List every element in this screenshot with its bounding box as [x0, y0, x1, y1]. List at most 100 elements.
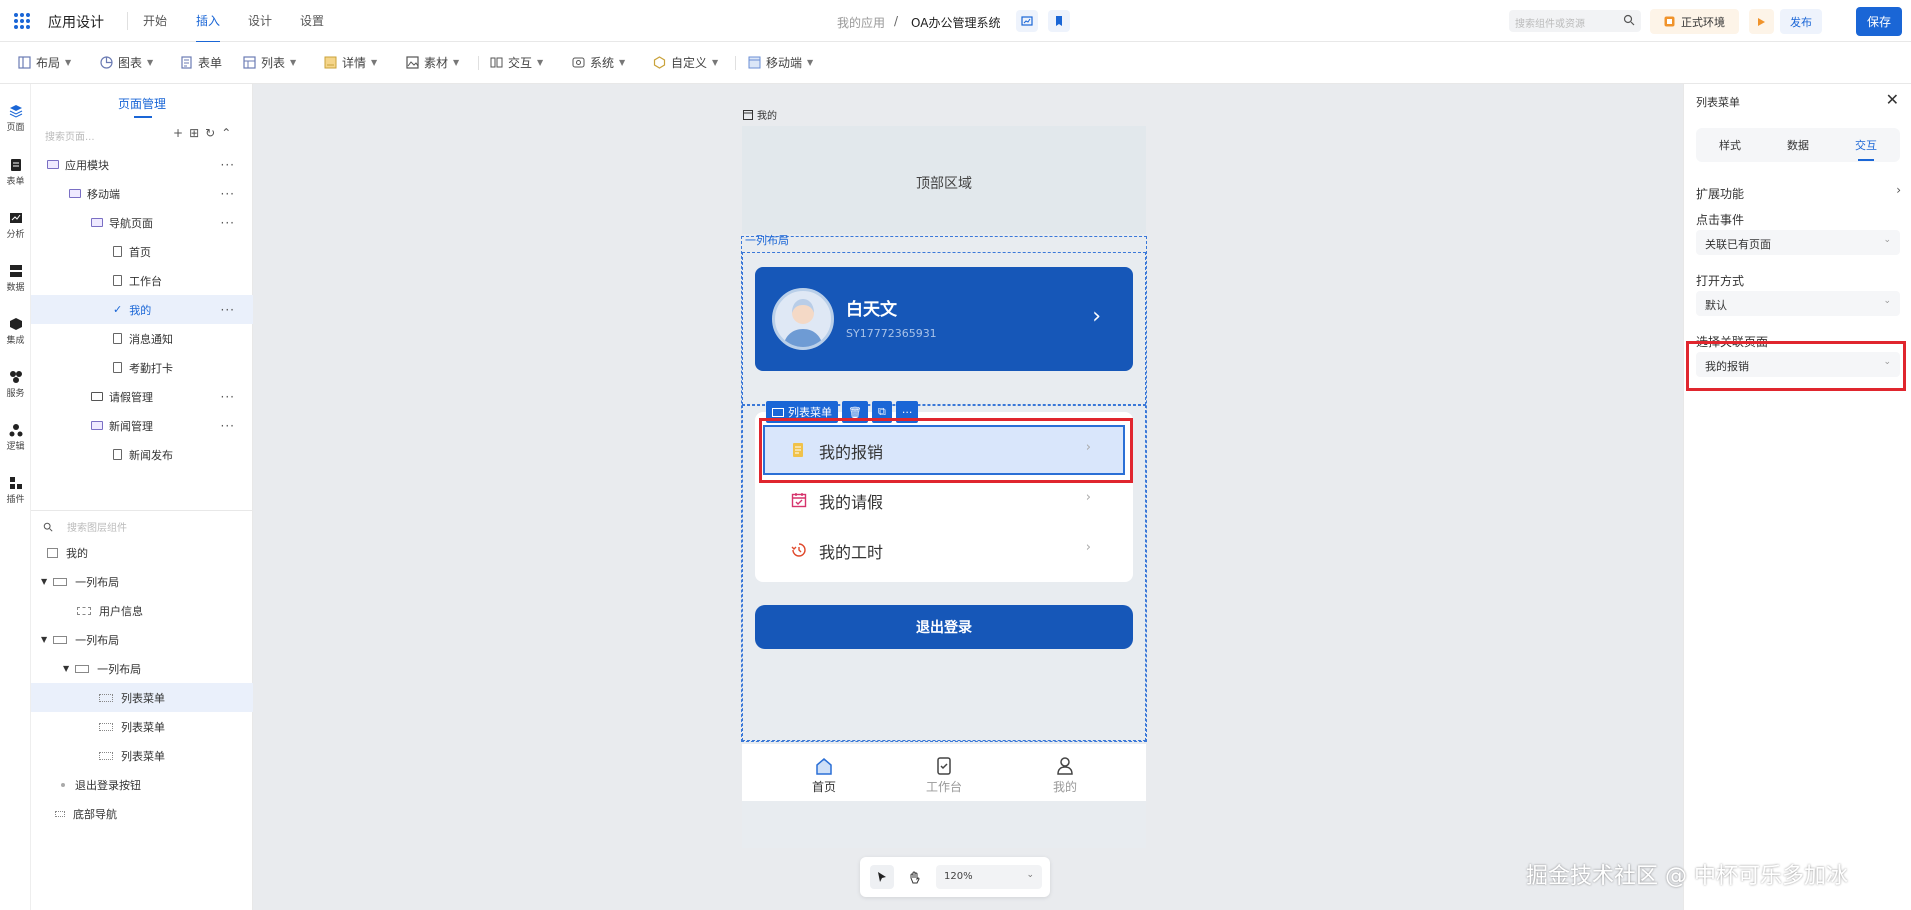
- chevron-right-icon[interactable]: ›: [1896, 183, 1901, 197]
- open-mode-select[interactable]: 默认 ⌄: [1696, 291, 1900, 316]
- column-layout-label: 一列布局: [745, 234, 789, 247]
- bookmark-icon[interactable]: [1048, 10, 1070, 32]
- toolbar-material[interactable]: 素材 ▼: [406, 54, 459, 71]
- tree-item-mine[interactable]: ✓ 我的 ···: [31, 295, 253, 324]
- menu-item-worktime[interactable]: 我的工时 ›: [755, 525, 1133, 575]
- extend-features-label[interactable]: 扩展功能: [1696, 185, 1744, 202]
- caret-down-icon: ▼: [63, 664, 70, 673]
- analysis-icon: [9, 213, 22, 223]
- layer-item-user-info[interactable]: 用户信息: [31, 596, 253, 625]
- chevron-down-icon: ⌄: [1883, 235, 1891, 245]
- tree-item-messages[interactable]: 消息通知: [31, 324, 253, 353]
- rail-analysis[interactable]: 分析: [0, 211, 31, 240]
- tab-insert[interactable]: 插入: [196, 12, 221, 43]
- toolbar-chart[interactable]: 图表 ▼: [100, 54, 153, 71]
- apps-grid-icon[interactable]: [14, 13, 30, 29]
- toolbar-system[interactable]: 系统 ▼: [572, 54, 625, 71]
- rail-logic[interactable]: 逻辑: [0, 423, 31, 452]
- tree-item-nav-pages[interactable]: 导航页面 ···: [31, 208, 253, 237]
- toolbar-mobile[interactable]: 移动端 ▼: [748, 54, 813, 71]
- tab-settings[interactable]: 设置: [300, 12, 324, 29]
- user-info-card[interactable]: 白天文 SY17772365931 ›: [755, 267, 1133, 371]
- rail-service[interactable]: 服务: [0, 370, 31, 399]
- home-icon: [816, 758, 832, 775]
- toolbar-custom[interactable]: 自定义 ▼: [653, 54, 718, 71]
- panel-title: 列表菜单: [1696, 96, 1740, 109]
- toolbar-layout[interactable]: 布局 ▼: [18, 54, 71, 71]
- layer-item-list-menu[interactable]: 列表菜单: [31, 683, 253, 712]
- tree-item-leave[interactable]: 请假管理 ···: [31, 382, 253, 411]
- publish-button[interactable]: 发布: [1780, 9, 1822, 34]
- rail-integration[interactable]: 集成: [0, 317, 31, 346]
- page-search-input[interactable]: 搜索页面...: [45, 128, 95, 143]
- more-icon[interactable]: ···: [221, 419, 235, 433]
- tab-style[interactable]: 样式: [1696, 137, 1764, 153]
- more-icon[interactable]: ···: [221, 390, 235, 404]
- save-button[interactable]: 保存: [1856, 7, 1902, 36]
- rail-pages[interactable]: 页面: [0, 104, 31, 133]
- new-folder-icon[interactable]: ⊞: [189, 126, 199, 140]
- layer-item-list-menu[interactable]: 列表菜单: [31, 741, 253, 770]
- rail-forms[interactable]: 表单: [0, 158, 31, 187]
- tab-interaction[interactable]: 交互: [1832, 137, 1900, 161]
- custom-icon: [653, 56, 666, 69]
- property-tabs: 样式 数据 交互: [1696, 128, 1900, 162]
- calendar-icon: [791, 493, 807, 508]
- folder-icon: [91, 218, 103, 227]
- tab-workbench[interactable]: 工作台: [904, 756, 984, 795]
- refresh-icon[interactable]: ↻: [205, 126, 215, 140]
- close-icon[interactable]: ✕: [1886, 90, 1899, 109]
- logout-button[interactable]: 退出登录: [755, 605, 1133, 649]
- tree-item-home[interactable]: 首页: [31, 237, 253, 266]
- more-icon[interactable]: ···: [221, 216, 235, 230]
- more-icon[interactable]: ···: [221, 303, 235, 317]
- preview-icon[interactable]: [1016, 10, 1038, 32]
- tree-item-news-publish[interactable]: 新闻发布: [31, 440, 253, 469]
- run-button[interactable]: [1749, 9, 1774, 34]
- pointer-icon[interactable]: [870, 865, 894, 889]
- service-icon: [9, 371, 22, 383]
- layer-item-column-layout[interactable]: ▼ 一列布局: [31, 625, 253, 654]
- page-icon: [113, 333, 122, 344]
- tree-item-attendance[interactable]: 考勤打卡: [31, 353, 253, 382]
- top-area[interactable]: 顶部区域: [742, 126, 1146, 234]
- click-event-select[interactable]: 关联已有页面 ⌄: [1696, 230, 1900, 255]
- layer-item-mine[interactable]: 我的: [31, 538, 253, 567]
- tree-item-mobile[interactable]: 移动端 ···: [31, 179, 253, 208]
- tab-start[interactable]: 开始: [143, 12, 167, 29]
- toolbar-list[interactable]: 列表 ▼: [243, 54, 296, 71]
- environment-button[interactable]: 正式环境: [1650, 9, 1739, 34]
- layer-item-column-layout[interactable]: ▼ 一列布局: [31, 567, 253, 596]
- avatar: [772, 288, 834, 350]
- layer-item-bottom-nav[interactable]: 底部导航: [31, 799, 253, 828]
- chevron-right-icon[interactable]: ›: [1092, 304, 1101, 329]
- tree-item-app-module[interactable]: 应用模块 ···: [31, 150, 253, 179]
- layer-search-input[interactable]: 搜索图层组件: [38, 513, 253, 537]
- breadcrumb-parent[interactable]: 我的应用: [837, 14, 885, 31]
- zoom-select[interactable]: 120% ⌄: [936, 865, 1042, 889]
- toolbar-form[interactable]: 表单: [180, 54, 222, 71]
- hand-icon[interactable]: [902, 865, 926, 889]
- rail-data[interactable]: 数据: [0, 264, 31, 293]
- tab-design[interactable]: 设计: [248, 12, 272, 29]
- layer-item-logout-button[interactable]: 退出登录按钮: [31, 770, 253, 799]
- detail-icon: [324, 56, 337, 69]
- tab-data[interactable]: 数据: [1764, 137, 1832, 153]
- toolbar-interact[interactable]: 交互 ▼: [490, 54, 543, 71]
- tab-home[interactable]: 首页: [784, 756, 864, 795]
- global-search-input[interactable]: 搜索组件或资源: [1509, 10, 1641, 32]
- add-icon[interactable]: +: [173, 126, 183, 140]
- collapse-icon[interactable]: ⌃: [221, 126, 231, 140]
- more-icon[interactable]: ···: [221, 158, 235, 172]
- more-icon[interactable]: ···: [221, 187, 235, 201]
- layer-item-column-layout[interactable]: ▼ 一列布局: [31, 654, 253, 683]
- toolbar-detail[interactable]: 详情 ▼: [324, 54, 377, 71]
- tree-item-workbench[interactable]: 工作台: [31, 266, 253, 295]
- layer-item-list-menu[interactable]: 列表菜单: [31, 712, 253, 741]
- breadcrumb-separator: /: [894, 14, 899, 28]
- tree-item-news[interactable]: 新闻管理 ···: [31, 411, 253, 440]
- tab-mine[interactable]: 我的: [1025, 756, 1105, 795]
- rail-plugin[interactable]: 插件: [0, 476, 31, 505]
- panel-tab-page-manager[interactable]: 页面管理: [31, 84, 253, 120]
- toolbar-divider: [478, 56, 479, 70]
